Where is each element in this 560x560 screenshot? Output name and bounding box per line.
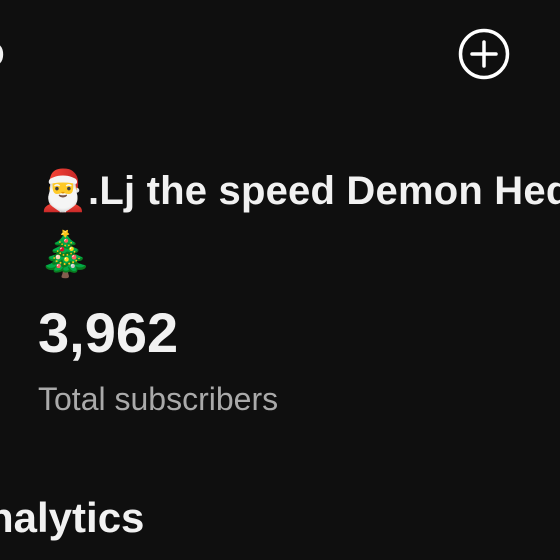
subscriber-count: 3,962	[38, 301, 179, 364]
analytics-section-title: nalytics	[0, 494, 145, 541]
subscriber-label: Total subscribers	[38, 381, 279, 417]
christmas-tree-emoji-icon: 🎄	[38, 229, 93, 280]
channel-name: 🎅.Lj the speed Demon Hed	[38, 168, 560, 214]
channel-name-text: .Lj the speed Demon Hed	[88, 169, 560, 213]
santa-emoji-icon: 🎅	[38, 168, 89, 214]
header-title-partial: o	[0, 30, 5, 74]
plus-circle-icon	[458, 28, 510, 80]
add-button[interactable]	[457, 27, 511, 81]
